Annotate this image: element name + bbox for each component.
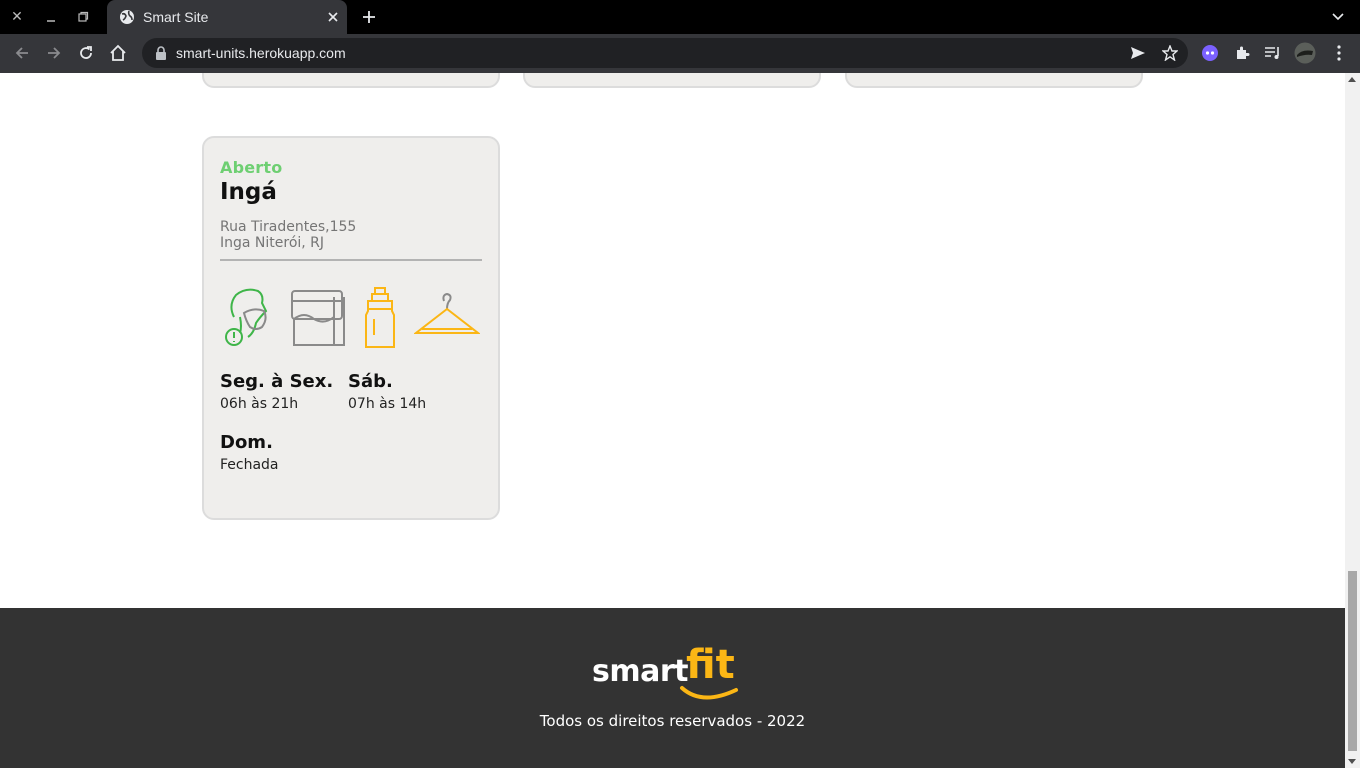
url-text: smart-units.herokuapp.com	[176, 45, 346, 61]
schedule-hours: 06h às 21h	[220, 396, 299, 412]
scroll-down-arrow-icon[interactable]	[1348, 759, 1356, 764]
logo-fit-text: fit	[686, 642, 735, 688]
page-viewport: Aberto Ingá Rua Tiradentes,155 Inga Nite…	[0, 73, 1345, 768]
unit-card-partial	[845, 73, 1143, 88]
mask-required-icon	[225, 288, 268, 346]
schedule-day: Dom.	[220, 432, 273, 453]
schedule-hours: 07h às 14h	[348, 396, 427, 412]
window-close-icon[interactable]: ✕	[1, 0, 33, 34]
address-bar[interactable]: smart-units.herokuapp.com	[142, 38, 1188, 68]
extensions-puzzle-icon[interactable]	[1228, 39, 1256, 67]
unit-card: Aberto Ingá Rua Tiradentes,155 Inga Nite…	[202, 136, 500, 520]
schedule-day: Sáb.	[348, 371, 393, 392]
scroll-thumb[interactable]	[1348, 571, 1357, 751]
logo-smile-icon	[680, 686, 738, 700]
locker-room-icon	[414, 292, 480, 334]
schedule-sunday: Dom. Fechada	[220, 432, 348, 473]
schedule-day: Seg. à Sex.	[220, 371, 334, 392]
forward-arrow-icon[interactable]	[40, 39, 68, 67]
globe-icon	[120, 10, 134, 24]
browser-tab-bar: ✕ Smart Site	[0, 0, 1360, 34]
card-divider	[220, 259, 482, 261]
footer-copyright: Todos os direitos reservados - 2022	[539, 712, 806, 730]
window-minimize-icon[interactable]	[35, 0, 67, 34]
unit-card-partial	[202, 73, 500, 88]
unit-address: Rua Tiradentes,155 Inga Niterói, RJ	[220, 219, 482, 251]
tab-close-icon[interactable]	[319, 3, 347, 31]
schedule-hours: Fechada	[220, 457, 279, 473]
unit-name: Ingá	[220, 179, 277, 205]
lock-icon	[156, 46, 166, 60]
tab-search-chevron-icon[interactable]	[1324, 3, 1352, 31]
schedule-weekdays: Seg. à Sex. 06h às 21h	[220, 371, 348, 412]
new-tab-icon[interactable]	[355, 3, 383, 31]
logo-smart-text: smart	[592, 654, 689, 689]
page-scrollbar[interactable]	[1345, 73, 1360, 768]
send-icon[interactable]	[1124, 39, 1152, 67]
smart-fit-logo[interactable]: smart fit	[592, 642, 742, 704]
window-restore-icon[interactable]	[67, 0, 99, 34]
reload-icon[interactable]	[72, 39, 100, 67]
browser-toolbar: smart-units.herokuapp.com	[0, 34, 1360, 73]
unit-card-partial	[523, 73, 821, 88]
scroll-up-arrow-icon[interactable]	[1348, 77, 1356, 82]
towel-required-icon	[291, 290, 345, 346]
browser-menu-icon[interactable]	[1325, 39, 1353, 67]
page-footer: smart fit Todos os direitos reservados -…	[0, 608, 1345, 768]
home-icon[interactable]	[104, 39, 132, 67]
amenity-icons	[220, 287, 482, 349]
bottle-required-icon	[365, 287, 395, 348]
schedule-saturday: Sáb. 07h às 14h	[348, 371, 476, 412]
extension-ghost-icon[interactable]	[1196, 39, 1224, 67]
bookmark-star-icon[interactable]	[1156, 39, 1184, 67]
tab-title: Smart Site	[143, 9, 209, 25]
browser-tab[interactable]: Smart Site	[107, 0, 347, 34]
back-arrow-icon[interactable]	[8, 39, 36, 67]
profile-avatar-icon[interactable]	[1291, 39, 1319, 67]
address-city: Inga Niterói, RJ	[220, 235, 325, 251]
schedule: Seg. à Sex. 06h às 21h Sáb. 07h às 14h D…	[220, 371, 482, 473]
media-queue-icon[interactable]	[1259, 39, 1287, 67]
unit-status: Aberto	[220, 158, 283, 177]
address-street: Rua Tiradentes,155	[220, 219, 357, 235]
